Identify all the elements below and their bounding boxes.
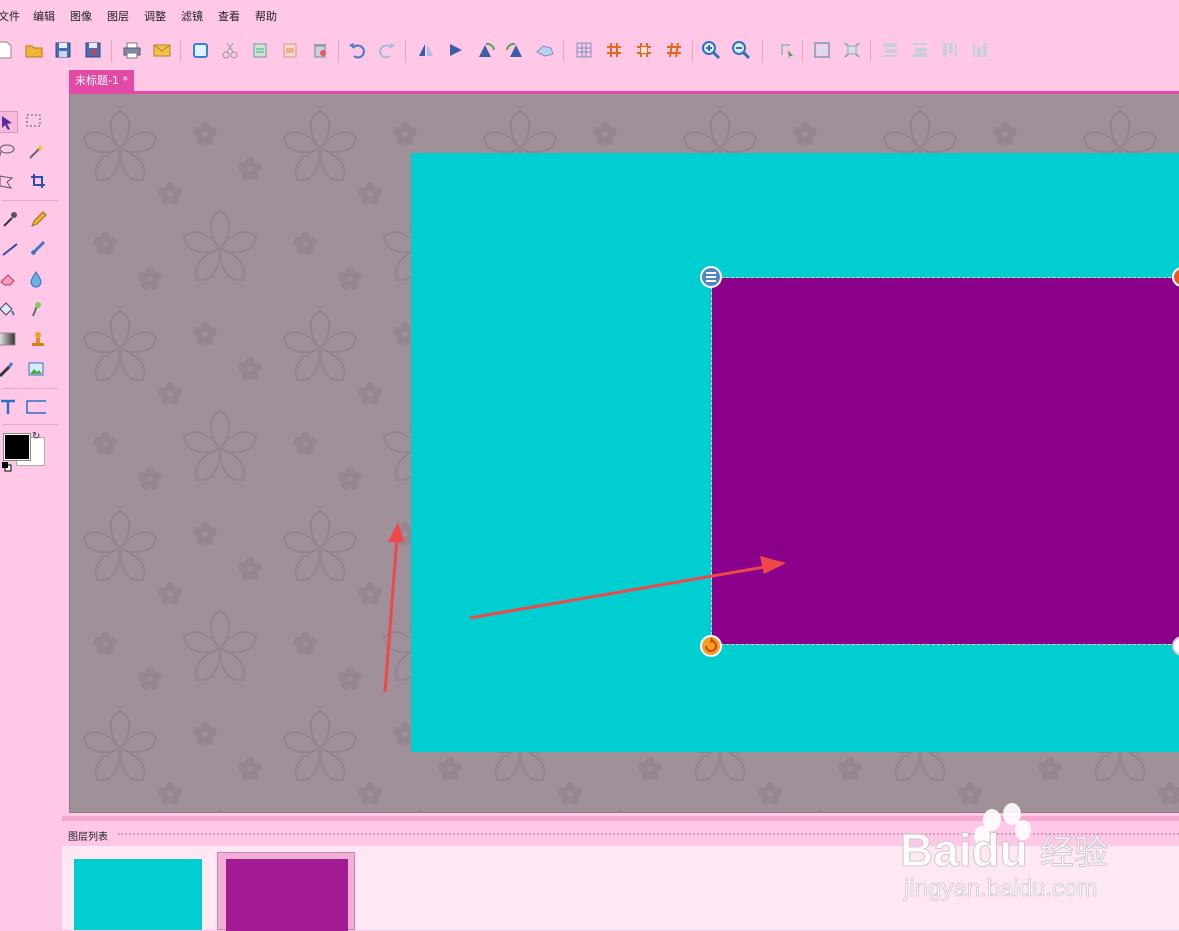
actual-size-icon[interactable] [840, 38, 864, 62]
layer-thumbnail-purple [226, 859, 348, 931]
smudge-brush-icon[interactable] [0, 359, 16, 379]
rotate-right-icon[interactable] [503, 38, 527, 62]
annotation-arrow-horizontal [469, 556, 786, 620]
lasso-tool-icon[interactable] [0, 141, 16, 161]
baidu-watermark: Baidu 经验 jingyan.baidu.com [880, 800, 1140, 910]
toolbox: ↻ [0, 104, 62, 484]
toolbar-separator [180, 40, 181, 62]
trash-icon[interactable] [308, 38, 332, 62]
toolbar-separator [111, 40, 112, 62]
toolbar-separator [802, 40, 803, 62]
toolbar-separator [692, 40, 693, 62]
layer-thumbnail-selected[interactable] [217, 852, 355, 931]
menu-adjust[interactable]: 调整 [144, 10, 166, 24]
flip-horizontal-icon[interactable] [414, 38, 438, 62]
stamp-icon[interactable] [28, 329, 48, 349]
toolbox-separator [2, 424, 58, 425]
toolbar-separator [563, 40, 564, 62]
cut-icon[interactable] [218, 38, 242, 62]
zoom-out-icon[interactable] [729, 38, 753, 62]
annotation-arrow-vertical [383, 522, 404, 693]
clear-icon[interactable] [278, 38, 302, 62]
swap-colors-icon[interactable]: ↻ [32, 431, 40, 442]
layer-thumbnail-cyan[interactable] [74, 859, 202, 930]
save-icon[interactable] [51, 38, 75, 62]
polygon-lasso-icon[interactable] [0, 171, 16, 191]
rectangle-tool-icon[interactable] [26, 397, 46, 417]
save-as-icon[interactable] [81, 38, 105, 62]
align-bottom-icon[interactable] [908, 38, 932, 62]
resize-handle-top-right[interactable] [1172, 267, 1179, 287]
foreground-color-swatch[interactable] [3, 433, 31, 461]
crop-tool-icon[interactable] [28, 171, 48, 191]
default-colors-icon[interactable] [2, 462, 12, 472]
resize-handle-bottom-right[interactable] [1172, 636, 1179, 656]
rotate-left-icon[interactable] [474, 38, 498, 62]
watermark-url: jingyan.baidu.com [903, 875, 1097, 902]
print-icon[interactable] [120, 38, 144, 62]
magic-wand-icon[interactable] [26, 141, 46, 161]
pencil-icon[interactable] [28, 209, 48, 229]
align-left-icon[interactable] [938, 38, 962, 62]
image-tool-icon[interactable] [26, 359, 46, 379]
menu-image[interactable]: 图像 [70, 10, 92, 24]
toolbar [0, 34, 1179, 68]
hash-icon[interactable] [662, 38, 686, 62]
menu-bar: 文件 编辑 图像 图层 调整 滤镜 查看 帮助 [0, 0, 1179, 32]
email-icon[interactable] [150, 38, 174, 62]
canvas-area[interactable] [69, 94, 1179, 813]
watermark-brand: Baidu [900, 824, 1028, 876]
eyedropper-icon[interactable] [0, 209, 20, 229]
menu-edit[interactable]: 编辑 [33, 10, 55, 24]
crop-grid-icon[interactable] [632, 38, 656, 62]
toolbar-separator [338, 40, 339, 62]
layer-menu-handle[interactable] [700, 266, 722, 288]
align-top-icon[interactable] [878, 38, 902, 62]
line-tool-icon[interactable] [0, 239, 20, 259]
toolbox-separator [2, 388, 58, 389]
sparkle-tool-icon[interactable] [26, 299, 46, 319]
paste-icon[interactable] [248, 38, 272, 62]
menu-help[interactable]: 帮助 [255, 10, 277, 24]
toolbox-separator [2, 200, 58, 201]
toolbar-separator [405, 40, 406, 62]
document-tab[interactable]: 未标题-1 * [69, 70, 134, 91]
menu-filter[interactable]: 滤镜 [181, 10, 203, 24]
toolbar-separator [762, 40, 763, 62]
eraser-icon[interactable] [0, 269, 18, 289]
open-folder-icon[interactable] [22, 38, 46, 62]
brush-icon[interactable] [28, 239, 48, 259]
hash-grid-icon[interactable] [602, 38, 626, 62]
flip-vertical-icon[interactable] [444, 38, 468, 62]
watermark-product: 经验 [1040, 833, 1108, 873]
layer-list-title: 图层列表 [68, 832, 108, 843]
grid-icon[interactable] [572, 38, 596, 62]
menu-file[interactable]: 文件 [0, 10, 20, 24]
marquee-tool-icon[interactable] [24, 111, 44, 131]
undo-icon[interactable] [345, 38, 369, 62]
menu-layer[interactable]: 图层 [107, 10, 129, 24]
menu-view[interactable]: 查看 [218, 10, 240, 24]
rotate-handle[interactable] [700, 635, 722, 657]
move-tool-icon[interactable] [0, 111, 18, 133]
blur-drop-icon[interactable] [26, 269, 46, 289]
paint-bucket-icon[interactable] [0, 299, 16, 319]
new-file-icon[interactable] [0, 38, 16, 62]
copy-icon[interactable] [188, 38, 212, 62]
fit-icon[interactable] [810, 38, 834, 62]
gradient-icon[interactable] [0, 329, 16, 349]
toolbar-separator [870, 40, 871, 62]
select-tool-icon[interactable] [774, 38, 798, 62]
zoom-in-icon[interactable] [699, 38, 723, 62]
annotation-overlay [383, 266, 1179, 693]
rotate-icon[interactable] [533, 38, 557, 62]
align-right-icon[interactable] [968, 38, 992, 62]
redo-icon[interactable] [375, 38, 399, 62]
text-tool-icon[interactable] [0, 397, 18, 417]
